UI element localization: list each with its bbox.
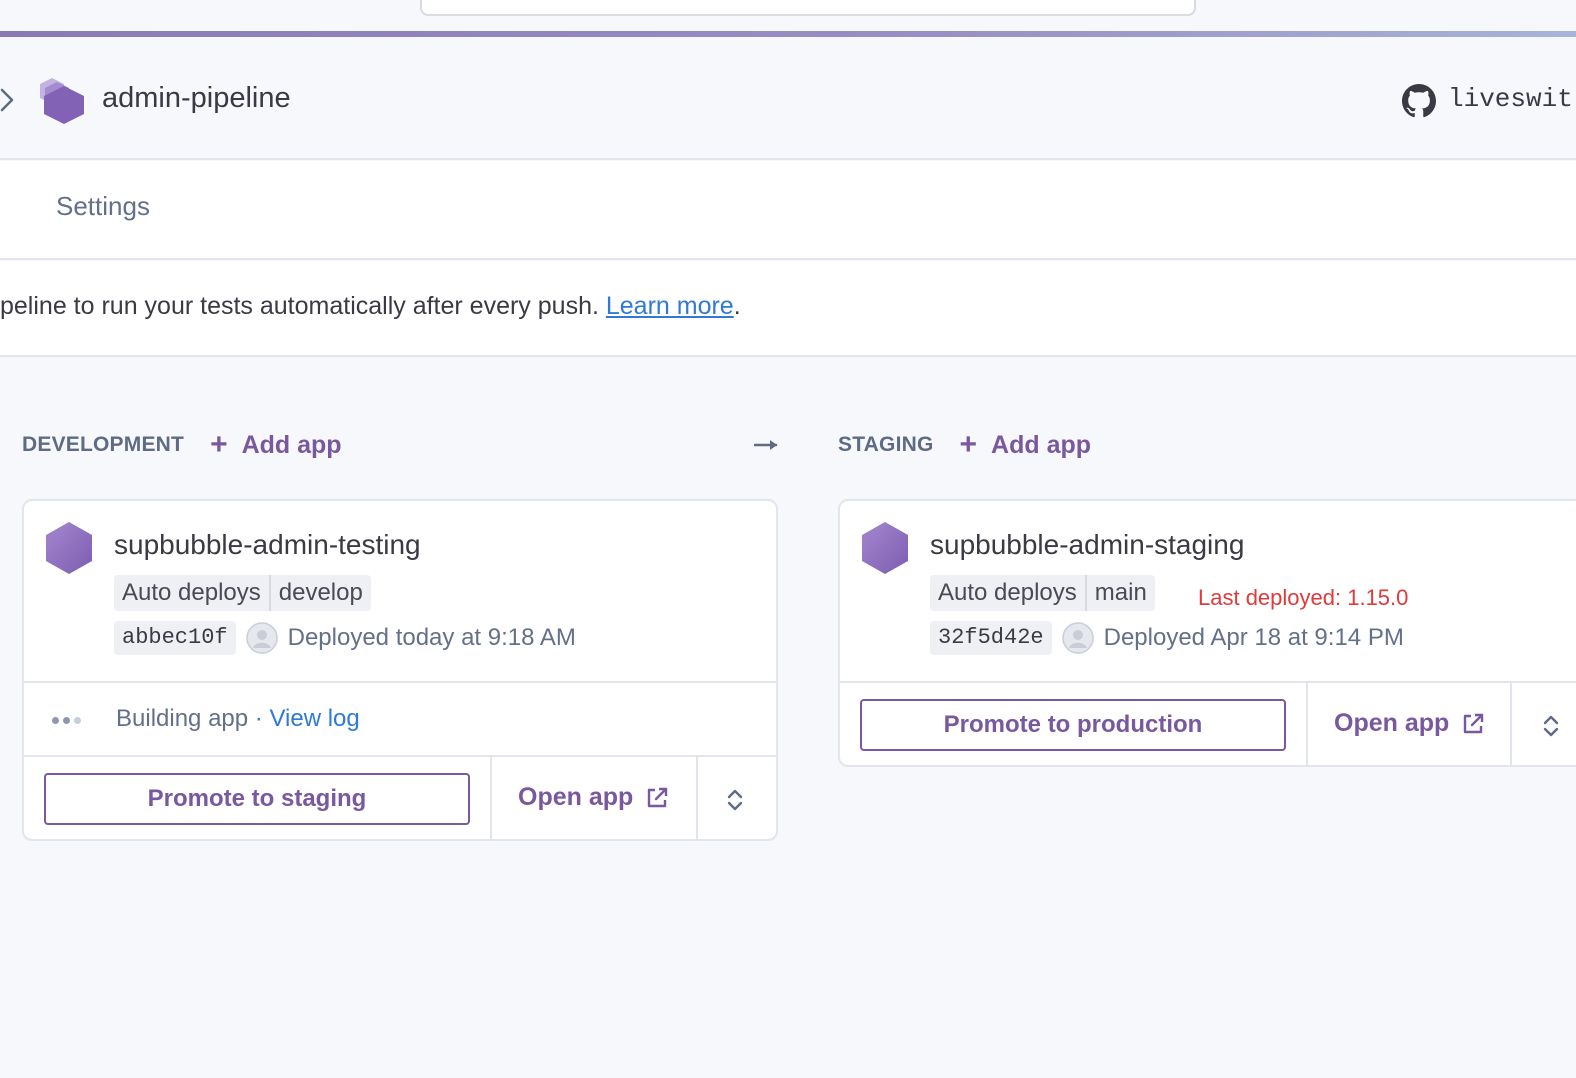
development-stage-header: DEVELOPMENT + Add app	[22, 430, 342, 460]
build-separator: ·	[248, 705, 270, 732]
add-app-label: Add app	[241, 430, 342, 459]
chevron-right-icon[interactable]	[0, 88, 14, 112]
development-add-app-button[interactable]: + Add app	[210, 430, 342, 460]
app-actions: Promote to staging Open app	[24, 757, 776, 839]
auto-deploys-tag: Auto deploys	[122, 579, 261, 606]
ci-notice-text: peline to run your tests automatically a…	[0, 292, 741, 321]
deploy-time: Deployed Apr 18 at 9:14 PM	[1103, 624, 1404, 651]
auto-deploy-badge: Auto deploys main	[930, 575, 1155, 611]
pipeline-stack-icon	[40, 78, 84, 124]
add-app-label: Add app	[991, 430, 1092, 459]
promote-to-staging-button[interactable]: Promote to staging	[44, 773, 470, 825]
repo-name[interactable]: liveswit	[1448, 84, 1573, 114]
pipeline-title: admin-pipeline	[102, 82, 291, 114]
development-stage-label: DEVELOPMENT	[22, 433, 185, 456]
arrow-right-icon	[754, 440, 778, 450]
development-app-card: supbubble-admin-testing Auto deploys dev…	[22, 499, 778, 841]
user-avatar-icon	[245, 622, 278, 654]
user-avatar-icon	[1061, 622, 1094, 654]
divider	[490, 757, 492, 839]
github-icon	[1402, 84, 1436, 118]
app-actions: Promote to production Open app	[840, 683, 1576, 765]
external-link-icon	[1464, 713, 1484, 733]
open-app-label: Open app	[518, 783, 634, 811]
promote-to-production-button[interactable]: Promote to production	[860, 699, 1286, 751]
divider	[1306, 683, 1308, 765]
ci-notice-message: peline to run your tests automatically a…	[0, 292, 606, 320]
staging-app-card: supbubble-admin-staging Auto deploys mai…	[838, 499, 1576, 767]
commit-row: abbec10f Deployed today at 9:18 AM	[114, 621, 576, 655]
loading-dots-icon	[52, 717, 81, 724]
learn-more-link[interactable]: Learn more	[606, 292, 734, 320]
chevron-up-down-icon[interactable]	[726, 787, 744, 813]
commit-row: 32f5d42e Deployed Apr 18 at 9:14 PM	[930, 621, 1404, 655]
open-app-button[interactable]: Open app	[1334, 709, 1485, 738]
chevron-up-down-icon[interactable]	[1542, 713, 1560, 739]
open-app-button[interactable]: Open app	[518, 783, 669, 812]
build-status-text: Building app	[116, 705, 249, 732]
last-deployed-version: Last deployed: 1.15.0	[1198, 585, 1409, 610]
app-name[interactable]: supbubble-admin-staging	[930, 529, 1244, 561]
commit-hash[interactable]: abbec10f	[114, 621, 236, 655]
auto-deploy-badge: Auto deploys develop	[114, 575, 371, 611]
tabs-bar	[0, 161, 1576, 260]
hexagon-app-icon	[46, 522, 92, 574]
ci-notice-suffix: .	[733, 292, 741, 320]
staging-stage-label: STAGING	[838, 433, 934, 456]
branch-tag: develop	[268, 575, 371, 611]
divider	[696, 757, 698, 839]
divider	[1510, 683, 1512, 765]
plus-icon: +	[959, 428, 978, 461]
external-link-icon	[648, 787, 668, 807]
app-name[interactable]: supbubble-admin-testing	[114, 529, 421, 561]
commit-hash[interactable]: 32f5d42e	[930, 621, 1052, 655]
top-search-box[interactable]	[420, 0, 1196, 16]
auto-deploys-tag: Auto deploys	[938, 579, 1077, 606]
view-log-link[interactable]: View log	[269, 705, 359, 732]
branch-tag: main	[1084, 575, 1155, 611]
staging-add-app-button[interactable]: + Add app	[960, 430, 1092, 460]
plus-icon: +	[210, 428, 228, 461]
deploy-time: Deployed today at 9:18 AM	[287, 624, 576, 651]
tab-settings[interactable]: Settings	[56, 191, 150, 222]
open-app-label: Open app	[1334, 709, 1450, 737]
build-status: Building app · View log	[116, 705, 360, 733]
build-status-row: Building app · View log	[24, 683, 776, 755]
staging-stage-header: STAGING + Add app	[838, 430, 1091, 460]
hexagon-app-icon	[862, 522, 908, 574]
